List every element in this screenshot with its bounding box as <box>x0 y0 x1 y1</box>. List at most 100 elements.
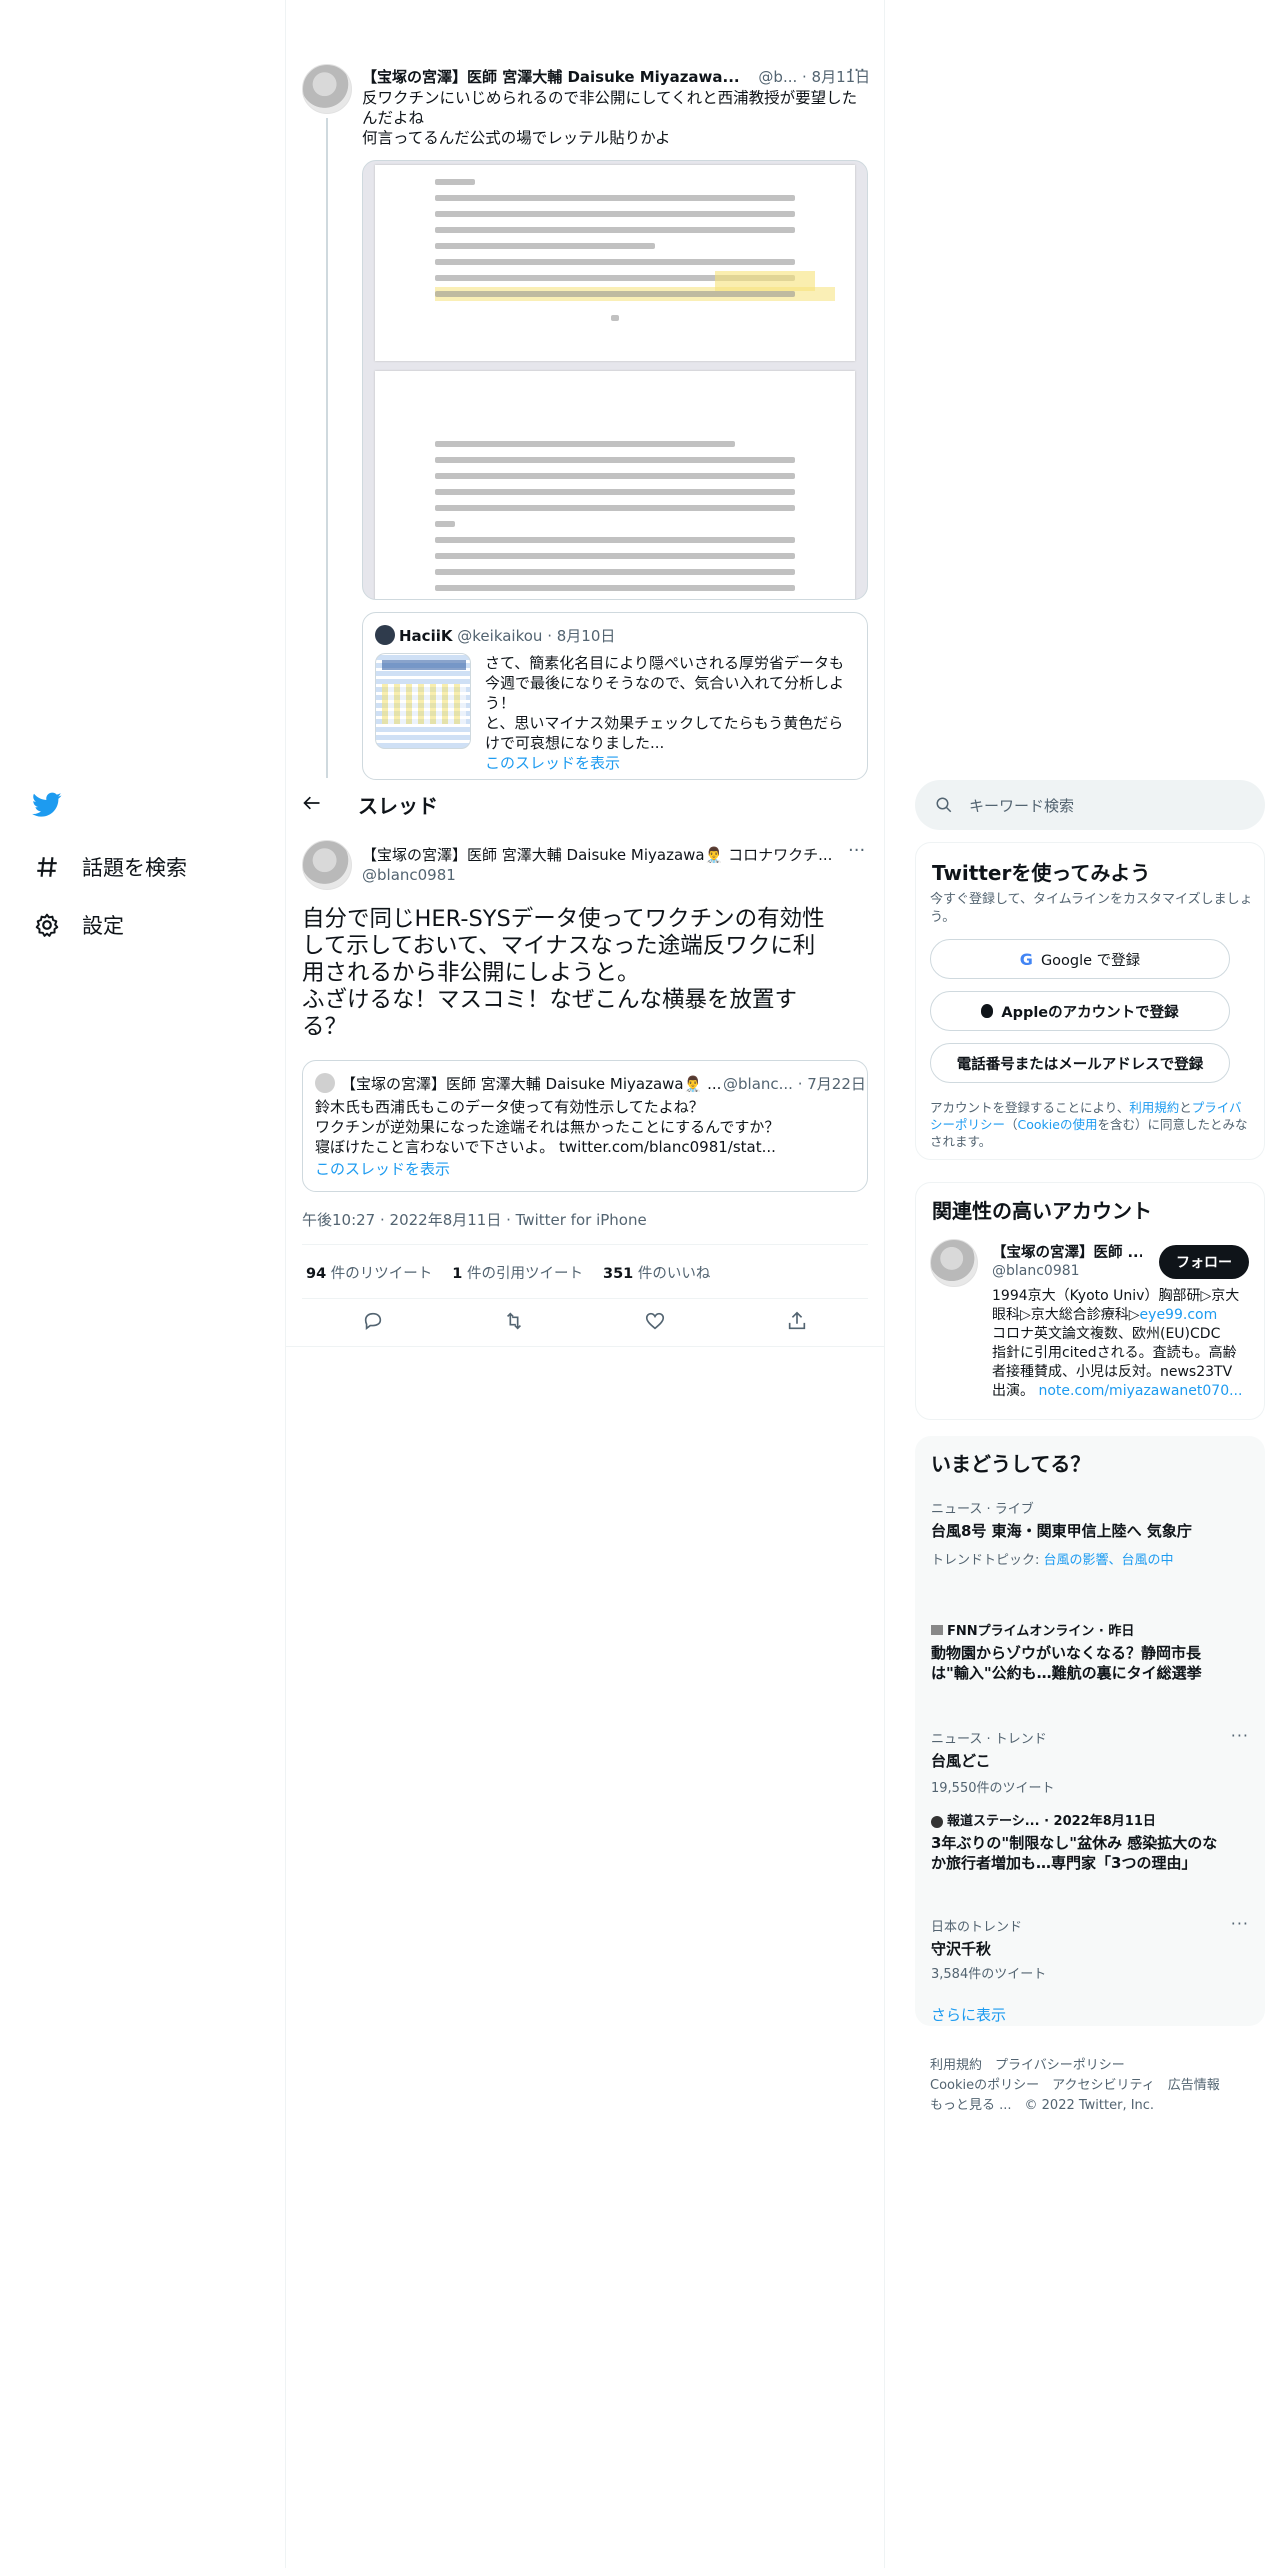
search-input[interactable]: キーワード検索 <box>969 795 1074 816</box>
trend-topic-links[interactable]: 台風の影響、台風の中 <box>1044 1553 1174 1568</box>
trend-meta: ニュース · ライブ <box>931 1502 1034 1517</box>
quotes-stat[interactable]: 1 件の引用ツイート <box>452 1262 583 1283</box>
fnn-logo-icon <box>931 1625 943 1635</box>
trends-title: いまどうしてる？ <box>931 1452 1091 1476</box>
footer-line[interactable]: もっと見る ... © 2022 Twitter, Inc. <box>930 2096 1220 2116</box>
apple-icon <box>981 1004 994 1018</box>
quote-text-line: う！ <box>485 694 516 712</box>
bio-line: 出演。 <box>992 1383 1039 1399</box>
likes-label: 件のいいね <box>637 1266 711 1282</box>
nav-settings[interactable]: 設定 <box>34 910 124 940</box>
like-icon[interactable] <box>644 1310 666 1336</box>
apple-signup-label: Appleのアカウントで登録 <box>1001 1004 1179 1021</box>
bio-link[interactable]: note.com/miyazawanet070... <box>1038 1383 1242 1399</box>
related-account-avatar[interactable] <box>930 1239 978 1287</box>
prev-tweet-quote-card[interactable]: HaciiK @keikaikou · 8月10日 さて、簡素化名目により隠ぺい… <box>362 612 868 780</box>
trend-more-icon[interactable]: ··· <box>1231 1726 1249 1745</box>
share-icon[interactable] <box>786 1310 808 1336</box>
main-tweet-text-line: 自分で同じHER-SYSデータ使ってワクチンの有効性 <box>302 906 825 932</box>
signup-legal-text: アカウントを登録することにより、利用規約とプライバシーポリシー（Cookieの使… <box>930 1099 1252 1150</box>
main-tweet-text-line: ふざけるな！マスコミ！なぜこんな横暴を放置す <box>302 987 798 1013</box>
quote-author-name: 【宝塚の宮澤】医師 宮澤大輔 Daisuke Miyazawa👨‍⚕️ ... <box>341 1075 722 1093</box>
nav-explore-label: 話題を検索 <box>82 856 187 880</box>
quotes-count: 1 <box>452 1266 463 1282</box>
main-tweet-name[interactable]: 【宝塚の宮澤】医師 宮澤大輔 Daisuke Miyazawa👨‍⚕️ コロナワ… <box>362 844 832 865</box>
trend-item[interactable]: 報道ステーシ... · 2022年8月11日 3年ぶりの"制限なし"盆休み 感染… <box>931 1810 1231 1873</box>
terms-link[interactable]: 利用規約 <box>1129 1100 1179 1115</box>
trend-meta: ニュース · トレンド <box>931 1732 1047 1747</box>
trend-title: 動物園からゾウがいなくなる？静岡市長は"輸入"公約も…難航の裏にタイ総選挙 <box>931 1644 1202 1682</box>
quote-show-thread-link[interactable]: このスレッドを表示 <box>485 753 857 773</box>
quote-text-line: ワクチンが逆効果になった途端それは無かったことにするんですか？ <box>315 1118 780 1136</box>
phone-email-signup-label: 電話番号またはメールアドレスで登録 <box>956 1056 1204 1073</box>
quote-show-thread-link[interactable]: このスレッドを表示 <box>315 1159 855 1179</box>
prev-tweet-document-image[interactable] <box>362 160 868 600</box>
prev-tweet-avatar[interactable] <box>302 64 352 114</box>
main-tweet-quote-card[interactable]: 【宝塚の宮澤】医師 宮澤大輔 Daisuke Miyazawa👨‍⚕️ ... … <box>302 1060 868 1192</box>
search-box[interactable]: キーワード検索 <box>915 780 1265 830</box>
phone-email-signup-button[interactable]: 電話番号またはメールアドレスで登録 <box>930 1043 1230 1083</box>
bio-link[interactable]: eye99.com <box>1140 1307 1218 1323</box>
trend-meta: 日本のトレンド <box>931 1920 1023 1935</box>
document-page-1 <box>375 165 855 361</box>
legal-text: （ <box>1005 1117 1018 1132</box>
related-account-name[interactable]: 【宝塚の宮澤】医師 ... <box>992 1241 1142 1262</box>
google-signup-label: Google で登録 <box>1040 952 1141 969</box>
trend-title: 守沢千秋 <box>931 1940 992 1958</box>
google-signup-button[interactable]: G Google で登録 <box>930 939 1230 979</box>
trend-item[interactable]: ニュース · ライブ 台風8号 東海・関東甲信上陸へ 気象庁 トレンドトピック:… <box>931 1498 1231 1568</box>
apple-signup-button[interactable]: Appleのアカウントで登録 <box>930 991 1230 1031</box>
column-divider-left <box>285 0 286 2568</box>
quote-text: さて、簡素化名目により隠ぺいされる厚労省データも 今週で最後になりそうなので、気… <box>485 653 857 773</box>
main-tweet-handle[interactable]: @blanc0981 <box>362 866 456 884</box>
quote-text-line: 寝ぼけたこと言わないで下さいよ。 twitter.com/blanc0981/s… <box>315 1138 776 1156</box>
legal-text: アカウントを登録することにより、 <box>930 1100 1130 1115</box>
quote-text-line: けで可哀想になりました... <box>485 734 665 752</box>
back-arrow-icon[interactable] <box>302 793 322 818</box>
quote-author-avatar <box>375 625 395 645</box>
prev-tweet-header: 【宝塚の宮澤】医師 宮澤大輔 Daisuke Miyazawa... @b...… <box>362 66 882 87</box>
quote-author-avatar <box>315 1073 335 1093</box>
trend-item[interactable]: 日本のトレンド 守沢千秋 3,584件のツイート <box>931 1916 1231 1982</box>
trend-title: 台風8号 東海・関東甲信上陸へ 気象庁 <box>931 1522 1192 1540</box>
main-tweet-text: 自分で同じHER-SYSデータ使ってワクチンの有効性 して示しておいて、マイナス… <box>302 906 862 1041</box>
trend-meta: FNNプライムオンライン · 昨日 <box>947 1624 1135 1639</box>
trend-meta: 報道ステーシ... · 2022年8月11日 <box>947 1814 1156 1829</box>
stats-divider-top <box>302 1244 868 1245</box>
google-icon: G <box>1019 949 1033 969</box>
main-tweet-more-icon[interactable]: ··· <box>848 840 865 861</box>
likes-count: 351 <box>603 1266 634 1282</box>
retweet-icon[interactable] <box>502 1310 526 1336</box>
reply-icon[interactable] <box>362 1310 384 1336</box>
quote-author-name: HaciiK <box>399 627 453 645</box>
prev-tweet-more-icon[interactable]: ··· <box>848 60 865 81</box>
main-tweet-avatar[interactable] <box>302 840 352 890</box>
main-tweet-timestamp[interactable]: 午後10:27 · 2022年8月11日 · Twitter for iPhon… <box>302 1209 647 1230</box>
twitter-logo[interactable] <box>32 792 62 822</box>
trends-show-more-link[interactable]: さらに表示 <box>931 2004 1006 2025</box>
bio-line: コロナ英文論文複数、欧州(EU)CDC <box>992 1326 1221 1342</box>
column-divider-right <box>884 0 885 2568</box>
follow-button[interactable]: フォロー <box>1159 1245 1249 1279</box>
likes-stat[interactable]: 351 件のいいね <box>603 1262 710 1283</box>
trend-item[interactable]: ニュース · トレンド 台風どこ 19,550件のツイート <box>931 1728 1231 1796</box>
trend-topic-label: トレンドトピック: <box>931 1553 1044 1568</box>
signup-panel: Twitterを使ってみよう 今すぐ登録して、タイムラインをカスタマイズしましょ… <box>915 842 1265 1160</box>
document-page-2 <box>375 371 855 599</box>
prev-tweet-name[interactable]: 【宝塚の宮澤】医師 宮澤大輔 Daisuke Miyazawa... <box>362 68 740 86</box>
trend-item[interactable]: FNNプライムオンライン · 昨日 動物園からゾウがいなくなる？静岡市長は"輸入… <box>931 1620 1231 1683</box>
cookie-link[interactable]: Cookieの使用 <box>1018 1117 1098 1132</box>
hashtag-icon <box>37 857 57 877</box>
retweets-stat[interactable]: 94 件のリツイート <box>306 1262 432 1283</box>
footer-line[interactable]: Cookieのポリシー アクセシビリティ 広告情報 <box>930 2076 1220 2096</box>
trend-more-icon[interactable]: ··· <box>1231 1914 1249 1933</box>
nav-explore[interactable]: 話題を検索 <box>34 852 187 882</box>
twitter-bird-icon <box>32 792 62 817</box>
related-account-handle[interactable]: @blanc0981 <box>992 1263 1080 1279</box>
main-tweet-stats: 94 件のリツイート 1 件の引用ツイート 351 件のいいね <box>306 1262 710 1283</box>
bio-line: 眼科▷京大総合診療科▷ <box>992 1307 1140 1323</box>
retweets-count: 94 <box>306 1266 327 1282</box>
footer-line[interactable]: 利用規約 プライバシーポリシー <box>930 2056 1220 2076</box>
bio-line: 1994京大（Kyoto Univ）胸部研▷京大 <box>992 1288 1240 1304</box>
related-accounts-panel: 関連性の高いアカウント 【宝塚の宮澤】医師 ... @blanc0981 フォロ… <box>915 1182 1265 1420</box>
